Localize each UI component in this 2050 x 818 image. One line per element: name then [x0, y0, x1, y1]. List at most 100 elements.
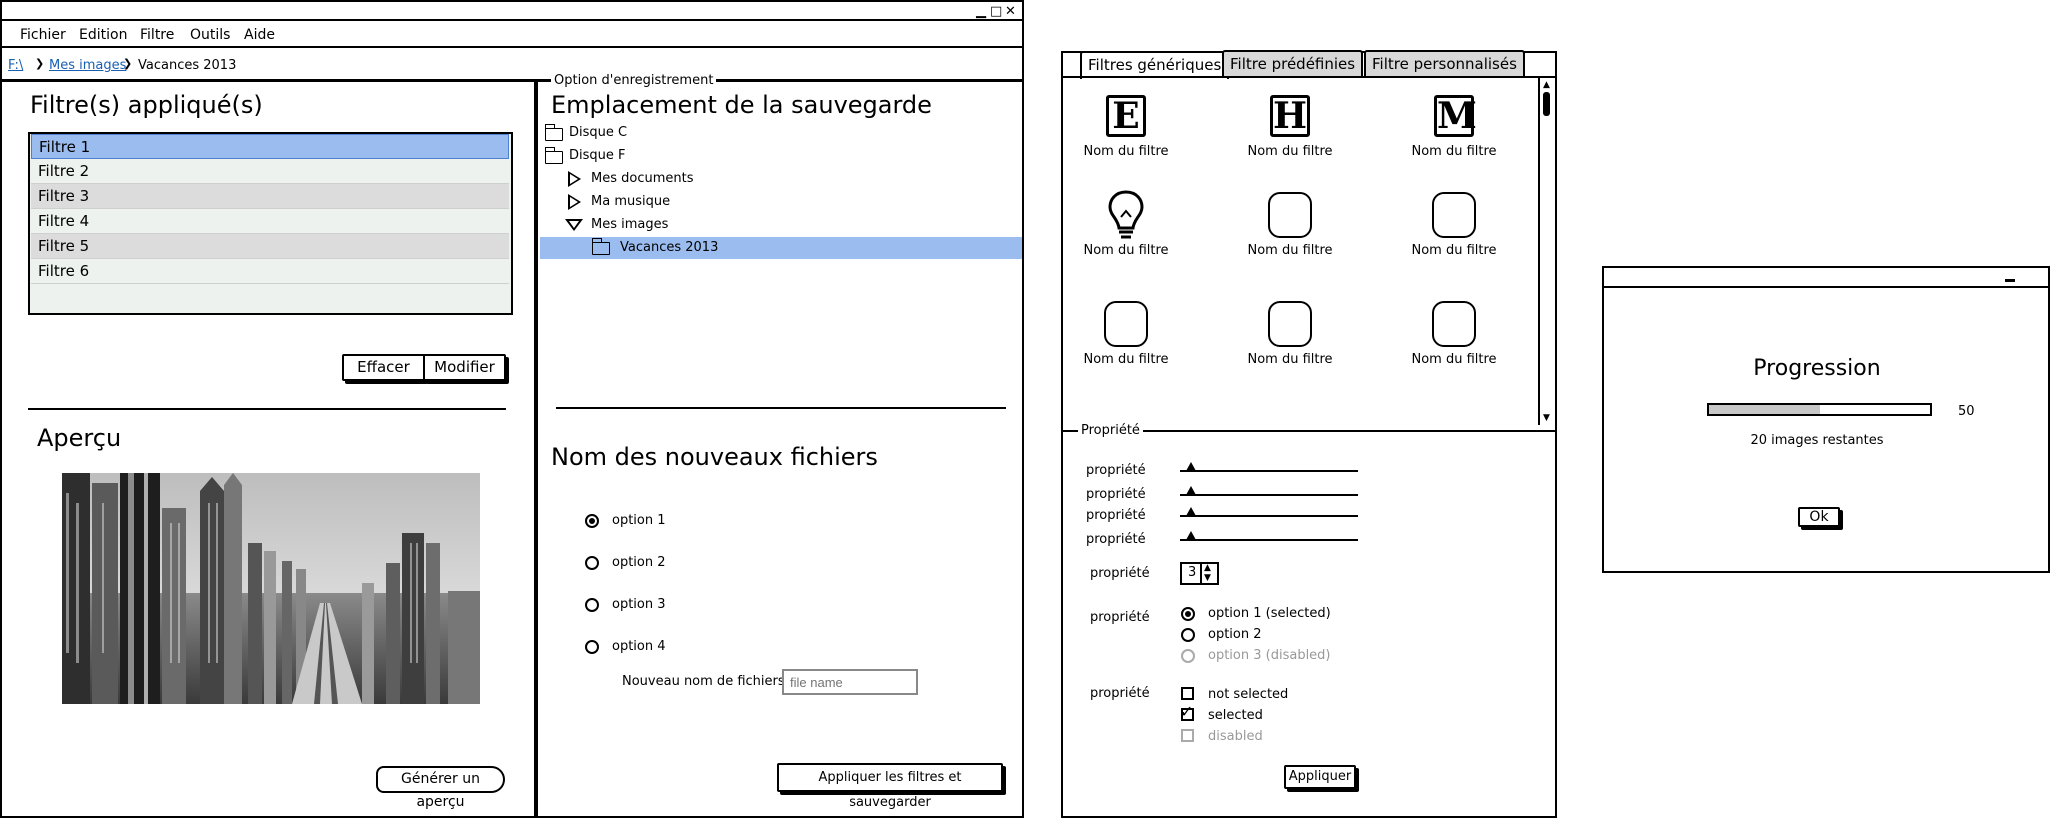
- filter-name: Nom du filtre: [1411, 144, 1497, 159]
- property-slider[interactable]: [1180, 494, 1358, 496]
- checkbox-label: selected: [1208, 708, 1263, 723]
- property-label: propriété: [1090, 686, 1150, 701]
- minimize-icon[interactable]: ▁: [976, 4, 986, 20]
- radio-option-label: option 2: [1208, 627, 1262, 642]
- filter-thumbnail[interactable]: [1268, 301, 1312, 347]
- filter-h-icon[interactable]: H: [1270, 95, 1310, 137]
- tree-item-music[interactable]: Ma musique: [591, 194, 670, 209]
- property-slider[interactable]: [1180, 539, 1358, 541]
- collapse-icon[interactable]: [565, 219, 583, 231]
- property-label: propriété: [1086, 532, 1146, 547]
- property-slider[interactable]: [1180, 515, 1358, 517]
- stepper-arrows-icon[interactable]: ▲ ▼: [1204, 563, 1211, 583]
- filter-name: Nom du filtre: [1247, 243, 1333, 258]
- list-item[interactable]: Filtre 4: [31, 209, 509, 234]
- list-item[interactable]: Filtre 3: [31, 184, 509, 209]
- radio-option-1[interactable]: [585, 514, 599, 528]
- radio-option-1[interactable]: [1181, 607, 1195, 621]
- remaining-text: 20 images restantes: [1750, 433, 1884, 448]
- tree-item-drive-c[interactable]: Disque C: [569, 125, 627, 140]
- menu-outils[interactable]: Outils: [190, 27, 230, 43]
- stepper-value: 3: [1188, 565, 1197, 580]
- menu-filtre[interactable]: Filtre: [140, 27, 174, 43]
- location-title: Emplacement de la sauvegarde: [551, 91, 932, 119]
- divider: [556, 407, 1006, 409]
- scrollbar[interactable]: [1538, 78, 1555, 425]
- radio-option-2[interactable]: [1181, 628, 1195, 642]
- lightbulb-icon[interactable]: [1108, 190, 1144, 244]
- breadcrumb-folder[interactable]: Mes images: [49, 58, 126, 73]
- checkbox-label: disabled: [1208, 729, 1263, 744]
- filter-name: Nom du filtre: [1411, 243, 1497, 258]
- tree-item-selected[interactable]: [540, 237, 1022, 259]
- close-icon[interactable]: ✕: [1005, 4, 1016, 20]
- tree-item-drive-f[interactable]: Disque F: [569, 148, 626, 163]
- slider-knob[interactable]: [1186, 486, 1196, 495]
- generate-preview-button[interactable]: Générer un aperçu: [376, 766, 505, 810]
- radio-option-4[interactable]: [585, 640, 599, 654]
- dialog-title-bar: [1602, 266, 2050, 288]
- progress-value: 50: [1958, 404, 1975, 419]
- slider-knob[interactable]: [1186, 531, 1196, 540]
- scroll-up-icon[interactable]: ▲: [1543, 80, 1550, 90]
- quantity-stepper[interactable]: 3 ▲ ▼: [1180, 562, 1219, 585]
- scroll-down-icon[interactable]: ▼: [1543, 413, 1550, 423]
- slider-knob[interactable]: [1186, 462, 1196, 471]
- filter-name: Nom du filtre: [1247, 352, 1333, 367]
- radio-option-label: option 4: [612, 639, 666, 654]
- stepper-divider: [1200, 564, 1202, 583]
- list-item[interactable]: Filtre 1: [31, 134, 509, 159]
- tab-predefined[interactable]: Filtre prédéfinies: [1222, 50, 1364, 76]
- radio-option-label: option 1 (selected): [1208, 606, 1331, 621]
- filter-name: Nom du filtre: [1083, 243, 1169, 258]
- apply-and-save-button[interactable]: Appliquer les filtres et sauvegarder: [777, 763, 1003, 810]
- filter-thumbnail[interactable]: [1104, 301, 1148, 347]
- menu-edition[interactable]: Edition: [79, 27, 127, 43]
- folder-icon: [592, 238, 610, 255]
- breadcrumb-drive[interactable]: F:\: [8, 58, 23, 73]
- checkbox-disabled: [1181, 729, 1194, 742]
- filter-name: Nom du filtre: [1247, 144, 1333, 159]
- filter-e-icon[interactable]: E: [1106, 95, 1146, 137]
- list-item[interactable]: Filtre 6: [31, 259, 509, 284]
- property-slider[interactable]: [1180, 470, 1358, 472]
- folder-icon: [545, 124, 563, 141]
- tree-item-images[interactable]: Mes images: [591, 217, 668, 232]
- edit-button[interactable]: Modifier: [423, 354, 506, 381]
- tree-item-documents[interactable]: Mes documents: [591, 171, 693, 186]
- radio-option-3: [1181, 649, 1195, 663]
- filename-input[interactable]: [782, 669, 918, 695]
- tab-generic[interactable]: Filtres génériques: [1080, 51, 1230, 79]
- ok-button[interactable]: Ok: [1798, 507, 1840, 527]
- chevron-right-icon: ❯: [35, 57, 45, 70]
- slider-knob[interactable]: [1186, 507, 1196, 516]
- list-item[interactable]: Filtre 5: [31, 234, 509, 259]
- expand-icon[interactable]: [568, 194, 581, 210]
- radio-option-2[interactable]: [585, 556, 599, 570]
- radio-option-label: option 3 (disabled): [1208, 648, 1331, 663]
- menu-fichier[interactable]: Fichier: [20, 27, 66, 43]
- checkbox-not-selected[interactable]: [1181, 687, 1194, 700]
- menu-aide[interactable]: Aide: [244, 27, 275, 43]
- clear-button[interactable]: Effacer: [342, 354, 425, 381]
- progress-bar: [1707, 403, 1932, 416]
- property-label: propriété: [1090, 610, 1150, 625]
- maximize-icon[interactable]: □: [990, 4, 1002, 20]
- filter-thumbnail[interactable]: [1268, 192, 1312, 238]
- property-label: propriété: [1086, 508, 1146, 523]
- expand-icon[interactable]: [568, 171, 581, 187]
- filter-thumbnail[interactable]: [1432, 192, 1476, 238]
- filter-m-icon[interactable]: M: [1434, 95, 1477, 137]
- tab-custom[interactable]: Filtre personnalisés: [1364, 50, 1525, 76]
- radio-option-3[interactable]: [585, 598, 599, 612]
- preview-image: [62, 473, 480, 704]
- tree-item-vacations[interactable]: Vacances 2013: [620, 240, 718, 255]
- list-item[interactable]: Filtre 2: [31, 159, 509, 184]
- apply-button[interactable]: Appliquer: [1284, 765, 1356, 789]
- title-bar: [0, 0, 1024, 21]
- filter-thumbnail[interactable]: [1432, 301, 1476, 347]
- folder-icon: [545, 147, 563, 164]
- scroll-thumb[interactable]: [1543, 92, 1550, 116]
- minimize-icon[interactable]: [2005, 279, 2015, 282]
- property-label: propriété: [1090, 566, 1150, 581]
